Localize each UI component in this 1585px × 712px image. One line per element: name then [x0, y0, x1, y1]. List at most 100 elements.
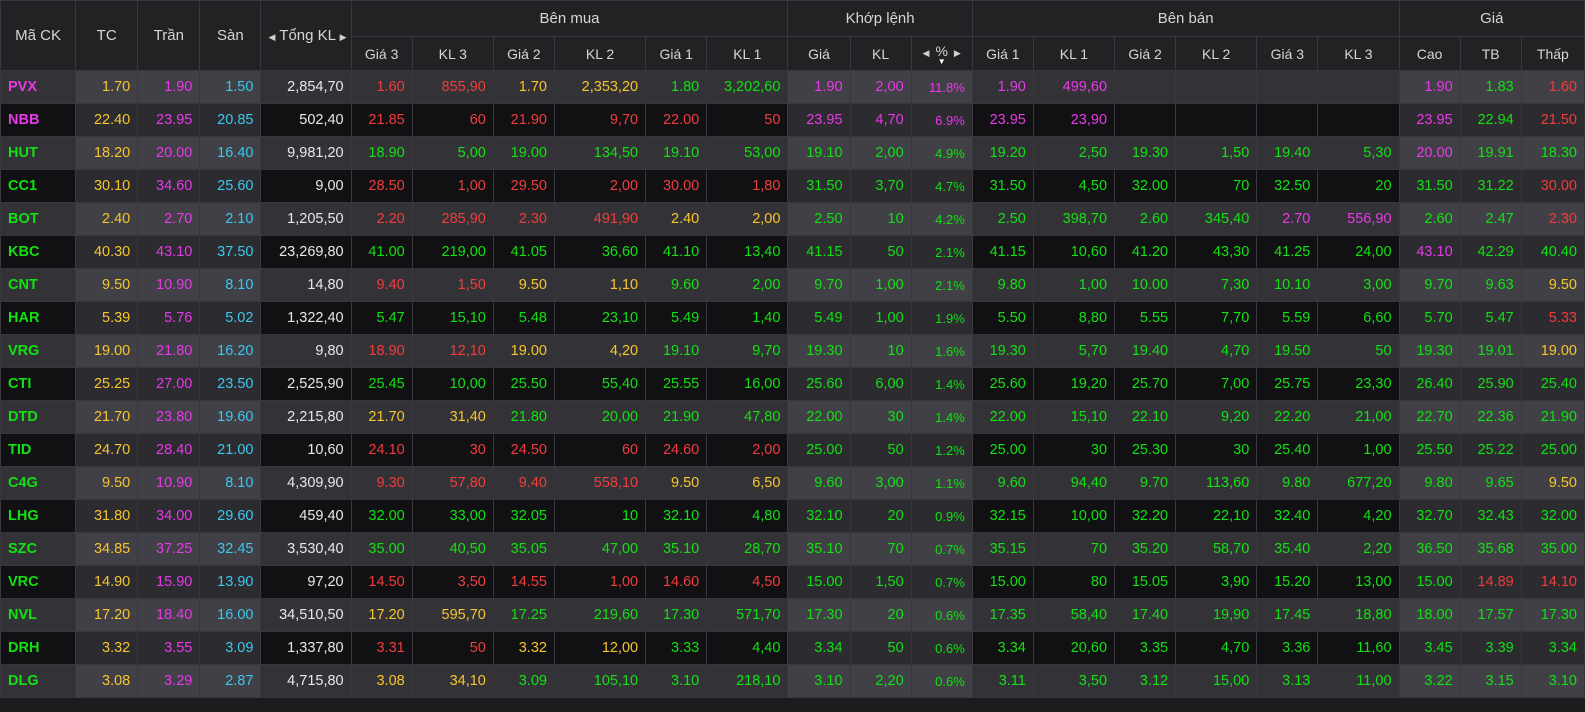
cell-buy-vol3: 855,90 — [411, 70, 494, 104]
table-row[interactable]: VRC 14.90 15.90 13.90 97,20 14.50 3,50 14.55 1,0… — [0, 565, 1585, 599]
col-ref-header[interactable]: TC — [75, 0, 139, 71]
cell-buy-price2: 5.48 — [492, 301, 555, 335]
col-floor-header[interactable]: Sàn — [199, 0, 262, 71]
col-match-price-header[interactable]: Giá — [787, 36, 851, 71]
caret-left-icon[interactable]: ◀ — [268, 32, 275, 42]
cell-buy-vol1: 50 — [706, 103, 789, 137]
table-row[interactable]: HAR 5.39 5.76 5.02 1,322,40 5.47 15,10 5.48 23,1… — [0, 301, 1585, 335]
cell-sell-vol2: 7,70 — [1175, 301, 1258, 335]
caret-right-icon[interactable]: ▶ — [954, 48, 961, 59]
col-sell-vol2-header[interactable]: KL 2 — [1175, 36, 1258, 71]
cell-symbol: CC1 — [0, 169, 77, 203]
col-buy-vol2-header[interactable]: KL 2 — [553, 36, 647, 71]
cell-sell-vol2 — [1175, 103, 1258, 137]
cell-sell-vol3: 50 — [1317, 334, 1400, 368]
cell-buy-price3: 14.50 — [350, 565, 413, 599]
cell-total-volume: 2,854,70 — [260, 70, 352, 104]
table-row[interactable]: C4G 9.50 10.90 8.10 4,309,90 9.30 57,80 9.40 558… — [0, 466, 1585, 500]
cell-symbol: VRC — [0, 565, 77, 599]
cell-match-price: 1.90 — [787, 70, 851, 104]
cell-sell-price3: 25.40 — [1256, 433, 1319, 467]
cell-sell-price1: 9.60 — [971, 466, 1034, 500]
cell-sell-vol2: 113,60 — [1175, 466, 1258, 500]
col-low-header[interactable]: Thấp — [1520, 36, 1585, 71]
cell-buy-price2: 2.30 — [492, 202, 555, 236]
col-ceil-header[interactable]: Trần — [137, 0, 201, 71]
cell-sell-price2: 32.20 — [1114, 499, 1177, 533]
col-sell-vol3-header[interactable]: KL 3 — [1317, 36, 1400, 71]
cell-avg: 32.43 — [1459, 499, 1522, 533]
cell-ceil: 18.40 — [137, 598, 201, 632]
col-sell-price3-header[interactable]: Giá 3 — [1256, 36, 1319, 71]
col-sell-price2-header[interactable]: Giá 2 — [1114, 36, 1177, 71]
cell-match-vol: 50 — [849, 631, 912, 665]
cell-floor: 21.00 — [199, 433, 262, 467]
cell-ref: 18.20 — [75, 136, 139, 170]
cell-buy-vol2: 12,00 — [553, 631, 647, 665]
col-match-vol-header[interactable]: KL — [849, 36, 912, 71]
table-row[interactable]: DTD 21.70 23.80 19.60 2,215,80 21.70 31,40 21.8… — [0, 400, 1585, 434]
table-row[interactable]: CTI 25.25 27.00 23.50 2,525,90 25.45 10,00 25.5… — [0, 367, 1585, 401]
table-row[interactable]: CNT 9.50 10.90 8.10 14,80 9.40 1,50 9.50 1,10 9.6… — [0, 268, 1585, 302]
col-buy-price1-header[interactable]: Giá 1 — [645, 36, 708, 71]
col-buy-price3-header[interactable]: Giá 3 — [350, 36, 413, 71]
cell-sell-price2: 3.12 — [1114, 664, 1177, 698]
cell-avg: 19.91 — [1459, 136, 1522, 170]
cell-buy-price2: 32.05 — [492, 499, 555, 533]
table-row[interactable]: PVX 1.70 1.90 1.50 2,854,70 1.60 855,90 1.70 2,3… — [0, 70, 1585, 104]
cell-match-pct: 1.4% — [910, 367, 973, 401]
cell-avg: 9.65 — [1459, 466, 1522, 500]
cell-total-volume: 1,322,40 — [260, 301, 352, 335]
cell-match-pct: 4.7% — [910, 169, 973, 203]
cell-sell-price3: 3.13 — [1256, 664, 1319, 698]
table-row[interactable]: TID 24.70 28.40 21.00 10,60 24.10 30 24.50 60 24.… — [0, 433, 1585, 467]
cell-sell-vol3: 4,20 — [1317, 499, 1400, 533]
table-row[interactable]: KBC 40.30 43.10 37.50 23,269,80 41.00 219,00 41… — [0, 235, 1585, 269]
col-sell-price1-header[interactable]: Giá 1 — [971, 36, 1034, 71]
table-row[interactable]: LHG 31.80 34.00 29.60 459,40 32.00 33,00 32.05 1… — [0, 499, 1585, 533]
caret-right-icon[interactable]: ▶ — [340, 32, 347, 42]
cell-sell-vol3: 21,00 — [1317, 400, 1400, 434]
table-row[interactable]: SZC 34.85 37.25 32.45 3,530,40 35.00 40,50 35.0… — [0, 532, 1585, 566]
col-total-volume-header[interactable]: ◀ Tổng KL ▶ — [260, 0, 352, 71]
cell-sell-price3: 22.20 — [1256, 400, 1319, 434]
cell-sell-price3: 15.20 — [1256, 565, 1319, 599]
table-row[interactable]: DRH 3.32 3.55 3.09 1,337,80 3.31 50 3.32 12,00 3.… — [0, 631, 1585, 665]
cell-match-price: 15.00 — [787, 565, 851, 599]
cell-ref: 24.70 — [75, 433, 139, 467]
col-high-header[interactable]: Cao — [1398, 36, 1461, 71]
cell-ceil: 23.95 — [137, 103, 201, 137]
cell-match-vol: 20 — [849, 499, 912, 533]
cell-total-volume: 3,530,40 — [260, 532, 352, 566]
cell-ref: 9.50 — [75, 268, 139, 302]
table-row[interactable]: CC1 30.10 34.60 25.60 9,00 28.50 1,00 29.50 2,00… — [0, 169, 1585, 203]
cell-buy-vol2: 23,10 — [553, 301, 647, 335]
cell-buy-vol3: 12,10 — [411, 334, 494, 368]
col-buy-vol1-header[interactable]: KL 1 — [706, 36, 789, 71]
cell-sell-vol3: 24,00 — [1317, 235, 1400, 269]
cell-symbol: DTD — [0, 400, 77, 434]
cell-total-volume: 4,309,90 — [260, 466, 352, 500]
table-row[interactable]: NBB 22.40 23.95 20.85 502,40 21.85 60 21.90 9,70… — [0, 103, 1585, 137]
col-avg-header[interactable]: TB — [1459, 36, 1522, 71]
cell-sell-vol2: 58,70 — [1175, 532, 1258, 566]
cell-low: 9.50 — [1520, 466, 1585, 500]
cell-floor: 16.40 — [199, 136, 262, 170]
col-match-pct-header[interactable]: ◀ % ▼ ▶ — [910, 36, 973, 71]
table-row[interactable]: VRG 19.00 21.80 16.20 9,80 18.90 12,10 19.00 4,2… — [0, 334, 1585, 368]
cell-buy-vol1: 2,00 — [706, 268, 789, 302]
table-row[interactable]: HUT 18.20 20.00 16.40 9,981,20 18.90 5,00 19.00… — [0, 136, 1585, 170]
table-row[interactable]: BOT 2.40 2.70 2.10 1,205,50 2.20 285,90 2.30 491… — [0, 202, 1585, 236]
cell-match-pct: 1.9% — [910, 301, 973, 335]
cell-avg: 25.22 — [1459, 433, 1522, 467]
table-row[interactable]: DLG 3.08 3.29 2.87 4,715,80 3.08 34,10 3.09 105,… — [0, 664, 1585, 698]
col-buy-vol3-header[interactable]: KL 3 — [411, 36, 494, 71]
col-sell-vol1-header[interactable]: KL 1 — [1032, 36, 1116, 71]
cell-sell-vol3: 11,00 — [1317, 664, 1400, 698]
col-buy-price2-header[interactable]: Giá 2 — [492, 36, 555, 71]
table-row[interactable]: NVL 17.20 18.40 16.00 34,510,50 17.20 595,70 17… — [0, 598, 1585, 632]
caret-left-icon[interactable]: ◀ — [923, 48, 930, 59]
col-symbol-header[interactable]: Mã CK — [0, 0, 77, 71]
cell-total-volume: 23,269,80 — [260, 235, 352, 269]
cell-match-vol: 3,70 — [849, 169, 912, 203]
